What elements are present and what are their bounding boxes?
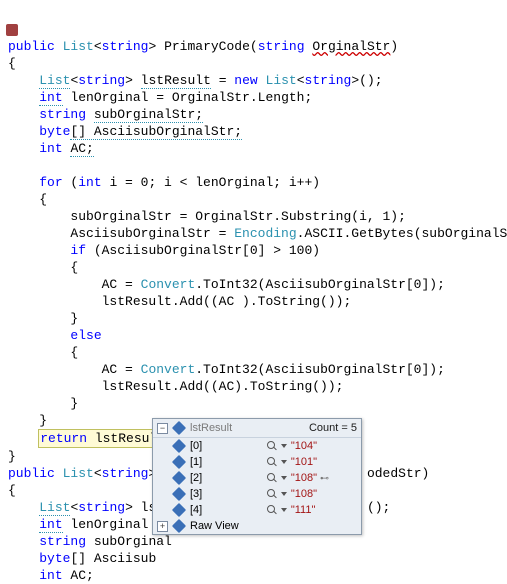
- keyword: int: [39, 517, 62, 533]
- param: OrginalStr: [312, 39, 390, 54]
- dropdown-icon[interactable]: [281, 476, 287, 480]
- keyword: string: [39, 107, 86, 122]
- datatip-index: [0]: [190, 438, 263, 454]
- object-icon: [172, 503, 186, 517]
- datatip-value: "108": [291, 470, 317, 486]
- type: List: [63, 39, 94, 54]
- keyword: public: [8, 39, 55, 54]
- datatip-item-row[interactable]: [1] "101": [153, 454, 361, 470]
- datatip-count-label: Count = 5: [309, 420, 357, 436]
- datatip-value: "111": [291, 502, 316, 518]
- param: odedStr): [367, 466, 429, 481]
- var: AC;: [63, 568, 94, 583]
- code-text: lstResult.Add((AC ).ToString());: [102, 294, 352, 309]
- keyword: else: [70, 328, 101, 343]
- keyword: new: [234, 73, 257, 88]
- code-text: i = 0; i < lenOrginal; i++): [102, 175, 320, 190]
- datatip-index: [2]: [190, 470, 263, 486]
- keyword: string: [102, 39, 149, 54]
- code-text: .ToInt32(AsciisubOrginalStr[0]);: [195, 362, 445, 377]
- collapse-icon[interactable]: −: [157, 423, 168, 434]
- var: lstResult: [141, 73, 211, 89]
- keyword: if: [70, 243, 86, 258]
- object-icon: [172, 471, 186, 485]
- keyword: int: [78, 175, 101, 190]
- type: List: [39, 500, 70, 516]
- code-text: subOrginalStr = OrginalStr.Substring(i, …: [70, 209, 405, 224]
- keyword: int: [39, 568, 62, 583]
- code-text: AC =: [102, 277, 141, 292]
- datatip-rawview-row[interactable]: + Raw View: [153, 518, 361, 534]
- keyword: return: [40, 431, 87, 446]
- type: Convert: [141, 277, 196, 292]
- var: lenOrginal: [70, 90, 148, 105]
- visualizer-icon[interactable]: [267, 473, 277, 483]
- keyword: for: [39, 175, 62, 190]
- datatip-index: [4]: [190, 502, 263, 518]
- visualizer-icon[interactable]: [267, 505, 277, 515]
- type: Convert: [141, 362, 196, 377]
- object-icon: [172, 487, 186, 501]
- keyword: string: [78, 500, 125, 515]
- keyword: byte: [39, 124, 70, 139]
- datatip-value: "108": [291, 486, 317, 502]
- datatip-index: [3]: [190, 486, 263, 502]
- type: Encoding: [234, 226, 296, 241]
- datatip-item-row[interactable]: [0] "104": [153, 438, 361, 454]
- datatip-value: "104": [291, 438, 317, 454]
- var: AC;: [70, 141, 93, 157]
- type: List: [63, 466, 94, 481]
- var: subOrginalStr;: [94, 107, 203, 123]
- datatip-value: "101": [291, 454, 317, 470]
- object-icon: [172, 439, 186, 453]
- keyword: byte: [39, 551, 70, 566]
- keyword: string: [258, 39, 305, 54]
- keyword: string: [102, 466, 149, 481]
- breakpoint-marker[interactable]: [6, 24, 18, 36]
- code-text: .ASCII.GetBytes(subOrginalStr);: [297, 226, 507, 241]
- datatip-index: [1]: [190, 454, 263, 470]
- code-text: lstResult.Add((AC).ToString());: [102, 379, 344, 394]
- keyword: string: [305, 73, 352, 88]
- keyword: int: [39, 90, 62, 106]
- var: subOrginal: [86, 534, 172, 549]
- keyword: public: [8, 466, 55, 481]
- keyword: int: [39, 141, 62, 156]
- visualizer-icon[interactable]: [267, 457, 277, 467]
- datatip-item-row[interactable]: [3] "108": [153, 486, 361, 502]
- datatip-item-row[interactable]: [2] "108": [153, 470, 361, 486]
- datatip-item-row[interactable]: [4] "111": [153, 502, 361, 518]
- debugger-datatip[interactable]: − lstResult Count = 5 [0] "104" [1] "101…: [152, 418, 362, 535]
- keyword: string: [78, 73, 125, 88]
- var: [] Asciisub: [70, 551, 156, 566]
- var: [] AsciisubOrginalStr;: [70, 124, 242, 140]
- dropdown-icon[interactable]: [281, 508, 287, 512]
- type: List: [39, 73, 70, 89]
- dropdown-icon[interactable]: [281, 492, 287, 496]
- code-text: .ToInt32(AsciisubOrginalStr[0]);: [195, 277, 445, 292]
- dropdown-icon[interactable]: [281, 460, 287, 464]
- keyword: string: [39, 534, 86, 549]
- code-text: AsciisubOrginalStr =: [70, 226, 234, 241]
- type: List: [266, 73, 297, 88]
- object-icon: [172, 455, 186, 469]
- object-icon: [172, 519, 186, 533]
- visualizer-icon[interactable]: [267, 441, 277, 451]
- code-text: OrginalStr.Length;: [172, 90, 312, 105]
- pin-icon[interactable]: [321, 474, 329, 482]
- visualizer-icon[interactable]: [267, 489, 277, 499]
- code-text: (AsciisubOrginalStr[0] > 100): [86, 243, 320, 258]
- dropdown-icon[interactable]: [281, 444, 287, 448]
- code-text: AC =: [102, 362, 141, 377]
- method-name: PrimaryCode: [164, 39, 250, 54]
- code-text: ();: [367, 500, 390, 515]
- datatip-var-name: lstResult: [190, 420, 305, 436]
- datatip-header-row[interactable]: − lstResult Count = 5: [153, 419, 361, 438]
- object-icon: [172, 421, 186, 435]
- datatip-rawview-label: Raw View: [190, 518, 263, 534]
- expand-icon[interactable]: +: [157, 521, 168, 532]
